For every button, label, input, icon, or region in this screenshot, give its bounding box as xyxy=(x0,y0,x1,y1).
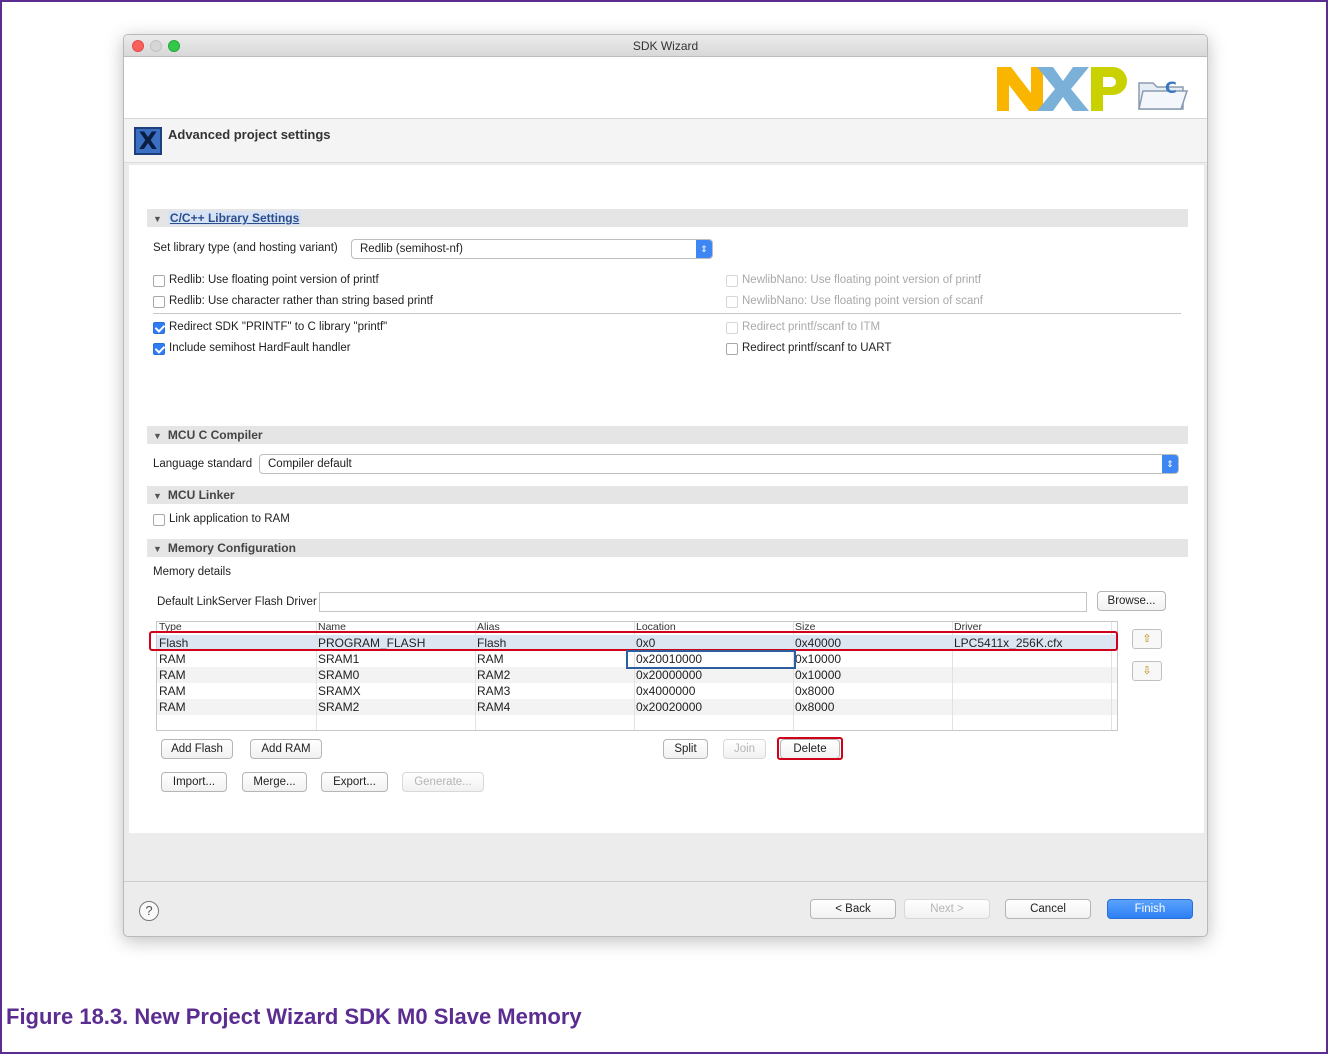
language-standard-value: Compiler default xyxy=(268,458,352,470)
add-flash-button[interactable]: Add Flash xyxy=(161,739,233,759)
nxp-logo: C xyxy=(997,67,1189,111)
cell-location: 0x4000000 xyxy=(636,684,696,698)
cell-location: 0x20020000 xyxy=(636,700,703,714)
library-type-label: Set library type (and hosting variant) xyxy=(153,242,338,254)
cell-alias: RAM2 xyxy=(477,668,511,682)
join-button[interactable]: Join xyxy=(723,739,766,759)
flash-driver-label: Default LinkServer Flash Driver xyxy=(157,596,317,608)
redlib-char-printf-checkbox[interactable] xyxy=(153,296,165,308)
collapse-triangle-icon: ▼ xyxy=(153,491,162,501)
select-arrows-icon: ⇕ xyxy=(1162,455,1178,473)
split-button[interactable]: Split xyxy=(663,739,708,759)
redirect-sdk-printf-checkbox[interactable] xyxy=(153,322,165,334)
move-up-icon[interactable]: ⇧ xyxy=(1132,629,1162,649)
language-standard-label: Language standard xyxy=(153,458,253,470)
cell-size: 0x8000 xyxy=(795,700,835,714)
move-down-icon[interactable]: ⇩ xyxy=(1132,661,1162,681)
cell-size: 0x10000 xyxy=(795,668,842,682)
close-window-button[interactable] xyxy=(132,40,144,52)
section-mcu-c-compiler[interactable]: ▼ MCU C Compiler xyxy=(147,426,1188,444)
cancel-button[interactable]: Cancel xyxy=(1005,899,1091,919)
newlibnano-fp-scanf-label: NewlibNano: Use floating point version o… xyxy=(742,295,983,307)
merge-button[interactable]: Merge... xyxy=(242,772,307,792)
sdk-wizard-window: SDK Wizard C X Advanced project settings… xyxy=(123,34,1208,937)
flash-driver-input[interactable] xyxy=(319,592,1087,612)
redirect-uart-checkbox[interactable] xyxy=(726,343,738,355)
import-button[interactable]: Import... xyxy=(161,772,227,792)
page-title: Advanced project settings xyxy=(168,127,331,142)
figure-caption: Figure 18.3. New Project Wizard SDK M0 S… xyxy=(6,1004,582,1029)
footer-divider xyxy=(124,881,1207,882)
finish-button[interactable]: Finish xyxy=(1107,899,1193,919)
collapse-triangle-icon: ▼ xyxy=(153,544,162,554)
newlibnano-fp-printf-label: NewlibNano: Use floating point version o… xyxy=(742,274,982,286)
section-library-settings[interactable]: ▼ C/C++ Library Settings xyxy=(147,209,1188,227)
table-row[interactable]: RAM SRAMX RAM3 0x4000000 0x8000 xyxy=(157,683,1117,699)
svg-text:C: C xyxy=(1165,78,1177,97)
location-cell-editor[interactable] xyxy=(626,650,796,669)
link-ram-label: Link application to RAM xyxy=(169,513,290,525)
library-type-value: Redlib (semihost-nf) xyxy=(360,243,463,255)
collapse-triangle-icon: ▼ xyxy=(153,431,162,441)
next-button[interactable]: Next > xyxy=(904,899,990,919)
delete-button-highlight xyxy=(777,737,843,760)
cell-type: RAM xyxy=(159,652,186,666)
page-header: X Advanced project settings xyxy=(124,119,1207,163)
semihost-hardfault-checkbox[interactable] xyxy=(153,343,165,355)
minimize-window-button[interactable] xyxy=(150,40,162,52)
help-icon[interactable]: ? xyxy=(139,901,159,921)
folder-icon: C xyxy=(1138,78,1189,110)
cell-type: RAM xyxy=(159,700,186,714)
redirect-itm-checkbox[interactable] xyxy=(726,322,738,334)
cell-name: SRAM0 xyxy=(318,668,360,682)
language-standard-select[interactable]: Compiler default ⇕ xyxy=(259,454,1179,474)
section-memory-configuration[interactable]: ▼ Memory Configuration xyxy=(147,539,1188,557)
generate-button[interactable]: Generate... xyxy=(402,772,484,792)
cell-location: 0x20000000 xyxy=(636,668,703,682)
redirect-itm-label: Redirect printf/scanf to ITM xyxy=(742,321,881,333)
redirect-sdk-printf-label: Redirect SDK "PRINTF" to C library "prin… xyxy=(169,321,388,333)
cell-name: SRAM2 xyxy=(318,700,360,714)
zoom-window-button[interactable] xyxy=(168,40,180,52)
memory-details-label: Memory details xyxy=(153,566,231,578)
settings-panel: ▼ C/C++ Library Settings Set library type… xyxy=(129,165,1204,833)
section-title: MCU C Compiler xyxy=(167,428,263,442)
newlibnano-fp-printf-checkbox[interactable] xyxy=(726,275,738,287)
x-icon: X xyxy=(134,127,162,155)
cell-size: 0x10000 xyxy=(795,652,842,666)
cell-type: RAM xyxy=(159,684,186,698)
cell-size: 0x8000 xyxy=(795,684,835,698)
collapse-triangle-icon: ▼ xyxy=(153,214,162,224)
wizard-banner: C xyxy=(124,57,1207,119)
cell-name: SRAM1 xyxy=(318,652,360,666)
table-row[interactable]: RAM SRAM2 RAM4 0x20020000 0x8000 xyxy=(157,699,1117,715)
newlibnano-fp-scanf-checkbox[interactable] xyxy=(726,296,738,308)
cell-name: SRAMX xyxy=(318,684,361,698)
semihost-hardfault-label: Include semihost HardFault handler xyxy=(169,342,351,354)
back-button[interactable]: < Back xyxy=(810,899,896,919)
cell-alias: RAM4 xyxy=(477,700,511,714)
redirect-uart-label: Redirect printf/scanf to UART xyxy=(742,342,892,354)
title-bar[interactable]: SDK Wizard xyxy=(124,35,1207,57)
window-title: SDK Wizard xyxy=(632,39,699,53)
select-arrows-icon: ⇕ xyxy=(696,240,712,258)
table-row[interactable]: RAM SRAM0 RAM2 0x20000000 0x10000 xyxy=(157,667,1117,683)
divider xyxy=(153,313,1181,314)
redlib-char-printf-label: Redlib: Use character rather than string… xyxy=(169,295,433,307)
section-title: MCU Linker xyxy=(167,488,235,502)
redlib-fp-printf-label: Redlib: Use floating point version of pr… xyxy=(169,274,379,286)
section-title: C/C++ Library Settings xyxy=(167,211,302,225)
redlib-fp-printf-checkbox[interactable] xyxy=(153,275,165,287)
section-title: Memory Configuration xyxy=(167,541,296,555)
flash-row-highlight xyxy=(149,631,1118,651)
browse-button[interactable]: Browse... xyxy=(1097,591,1166,611)
add-ram-button[interactable]: Add RAM xyxy=(250,739,322,759)
cell-alias: RAM3 xyxy=(477,684,511,698)
section-mcu-linker[interactable]: ▼ MCU Linker xyxy=(147,486,1188,504)
cell-type: RAM xyxy=(159,668,186,682)
cell-alias: RAM xyxy=(477,652,504,666)
export-button[interactable]: Export... xyxy=(321,772,388,792)
link-ram-checkbox[interactable] xyxy=(153,514,165,526)
library-type-select[interactable]: Redlib (semihost-nf) ⇕ xyxy=(351,239,713,259)
